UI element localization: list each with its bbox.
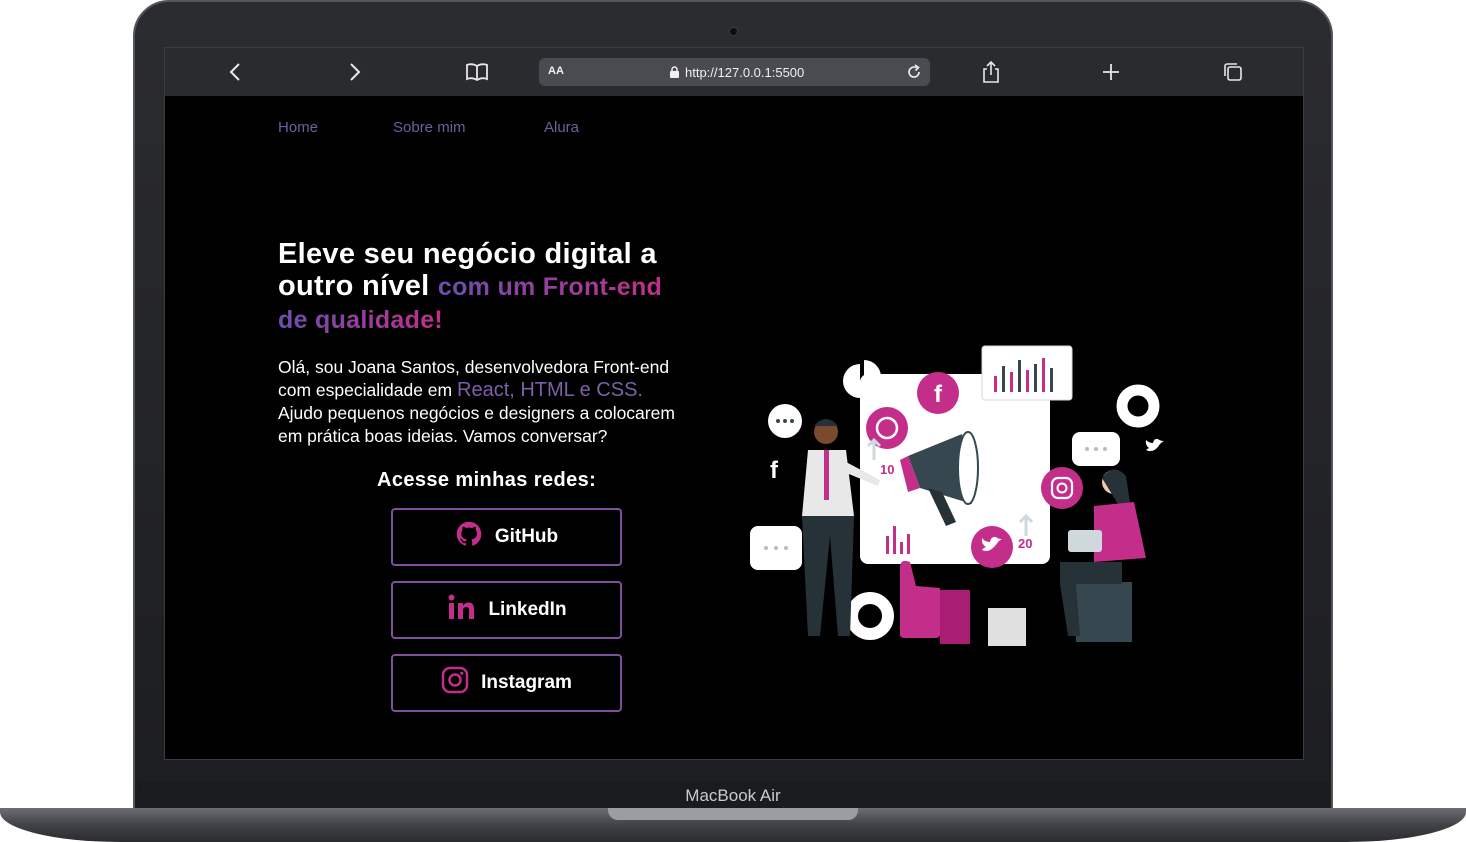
- linkedin-button[interactable]: LinkedIn: [391, 581, 622, 639]
- badge-20: 20: [1018, 536, 1032, 551]
- headline-accent-1: com um Front-end: [437, 273, 663, 301]
- share-icon[interactable]: [977, 58, 1005, 86]
- chat-bubble-icon: [1072, 432, 1120, 466]
- nav-link-home[interactable]: Home: [278, 119, 318, 136]
- back-icon[interactable]: [221, 58, 249, 86]
- intro-line-4: em prática boas ideias. Vamos conversar?: [278, 426, 608, 446]
- reload-icon[interactable]: [905, 63, 923, 86]
- twitter-icon: [1145, 438, 1164, 452]
- marketing-illustration: f f 10 20: [750, 345, 1164, 646]
- facebook-icon: f: [770, 457, 779, 484]
- intro-line-1: Olá, sou Joana Santos, desenvolvedora Fr…: [278, 357, 670, 377]
- device-label: MacBook Air: [685, 786, 781, 805]
- bar-chart-icon: [981, 345, 1073, 401]
- github-icon: [455, 520, 483, 554]
- social-title: Acesse minhas redes:: [377, 469, 597, 491]
- headline-accent-2: de qualidade!: [278, 306, 444, 334]
- camera: [729, 27, 738, 36]
- browser-toolbar: AA http://127.0.0.1:5500: [165, 48, 1303, 96]
- intro-highlight: React, HTML e CSS.: [457, 379, 643, 401]
- thumbs-up-icon: [900, 560, 1026, 646]
- nav-link-sobre-mim[interactable]: Sobre mim: [393, 119, 466, 136]
- hero-intro: Olá, sou Joana Santos, desenvolvedora Fr…: [278, 356, 748, 448]
- github-button[interactable]: GitHub: [391, 508, 622, 566]
- badge-10: 10: [880, 462, 894, 477]
- facebook-icon: f: [917, 372, 959, 414]
- new-tab-icon[interactable]: [1097, 58, 1125, 86]
- chat-bubble-icon: [750, 526, 802, 570]
- instagram-button[interactable]: Instagram: [391, 654, 622, 712]
- laptop-notch: [608, 808, 858, 820]
- instagram-label: Instagram: [481, 672, 572, 693]
- screen: AA http://127.0.0.1:5500 Home Sobre mim …: [164, 47, 1304, 760]
- headline-line-2: outro nível: [278, 270, 430, 302]
- svg-text:f: f: [934, 381, 943, 408]
- url-bar[interactable]: AA http://127.0.0.1:5500: [539, 58, 930, 86]
- instagram-icon: [441, 666, 469, 700]
- donut-shape: [1116, 384, 1160, 428]
- hero-headline: Eleve seu negócio digital a outro nível …: [278, 238, 748, 336]
- forward-icon[interactable]: [341, 58, 369, 86]
- lock-icon: [669, 66, 680, 84]
- chat-bubble-icon: [768, 404, 802, 438]
- tabs-icon[interactable]: [1219, 58, 1247, 86]
- linkedin-label: LinkedIn: [488, 599, 567, 620]
- bookmarks-icon[interactable]: [463, 58, 491, 86]
- url-text: http://127.0.0.1:5500: [685, 65, 805, 80]
- intro-line-2: com especialidade em: [278, 380, 453, 400]
- linkedin-icon: [446, 592, 476, 628]
- web-page: Home Sobre mim Alura Eleve seu negócio d…: [165, 96, 1303, 759]
- nav-link-alura[interactable]: Alura: [544, 119, 579, 136]
- headline-line-1: Eleve seu negócio digital a: [278, 238, 657, 270]
- donut-shape: [846, 592, 894, 640]
- intro-line-3: Ajudo pequenos negócios e designers a co…: [278, 403, 675, 423]
- twitter-icon: [971, 526, 1013, 568]
- github-label: GitHub: [494, 526, 559, 547]
- reader-button[interactable]: AA: [548, 65, 564, 77]
- instagram-icon: [1041, 467, 1083, 509]
